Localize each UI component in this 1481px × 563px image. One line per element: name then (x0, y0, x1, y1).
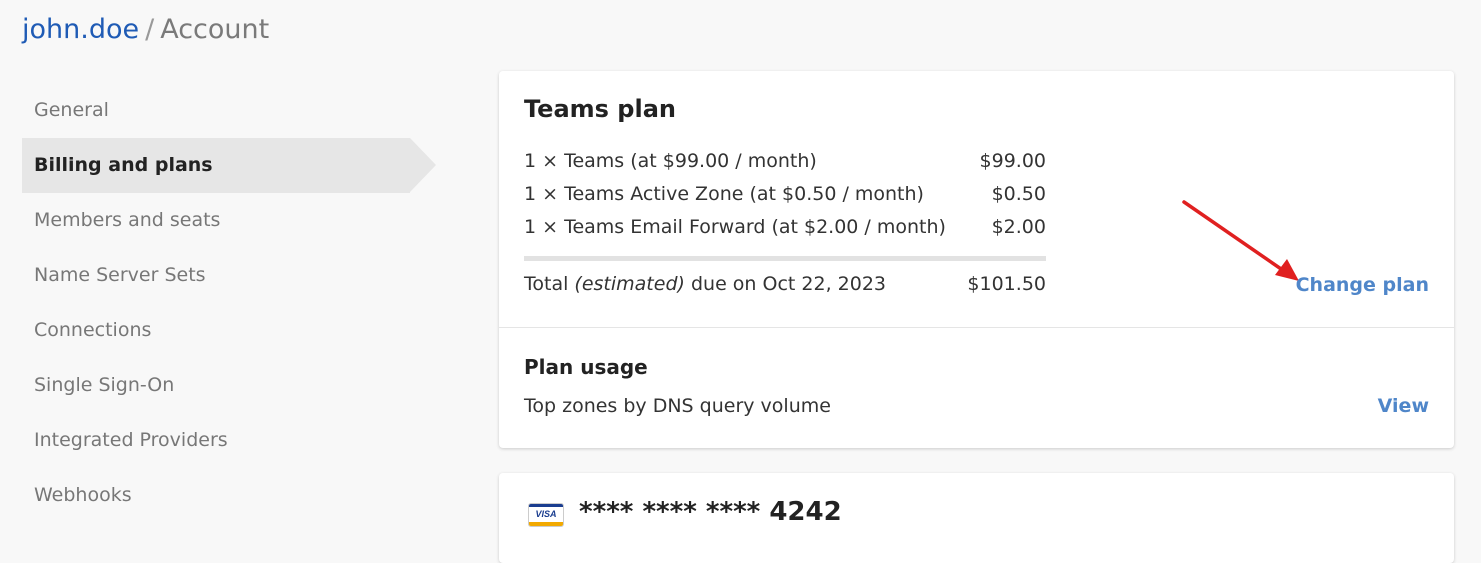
view-usage-link[interactable]: View (1378, 395, 1429, 417)
line-item-amount: $99.00 (979, 150, 1046, 172)
sidebar-item-members-and-seats[interactable]: Members and seats (22, 193, 436, 248)
line-item-description: 1 × Teams (at $99.00 / month) (524, 150, 817, 172)
plan-line-items: 1 × Teams (at $99.00 / month) $99.00 1 ×… (524, 145, 1046, 297)
total-amount: $101.50 (967, 273, 1046, 295)
sidebar-item-integrated-providers[interactable]: Integrated Providers (22, 413, 436, 468)
visa-icon: VISA (528, 503, 564, 527)
line-item-row: 1 × Teams Active Zone (at $0.50 / month)… (524, 178, 1046, 211)
line-item-row: 1 × Teams (at $99.00 / month) $99.00 (524, 145, 1046, 178)
breadcrumb: john.doe / Account (22, 12, 269, 48)
totals-divider (524, 256, 1046, 261)
visa-brand-text: VISA (535, 509, 557, 519)
line-item-row: 1 × Teams Email Forward (at $2.00 / mont… (524, 211, 1046, 244)
total-prefix: Total (524, 273, 569, 295)
total-qualifier: (estimated) (574, 273, 685, 295)
total-due-date: due on Oct 22, 2023 (690, 273, 887, 295)
plan-usage-row: Top zones by DNS query volume View (524, 395, 1429, 417)
sidebar-item-connections[interactable]: Connections (22, 303, 436, 358)
sidebar-item-single-sign-on[interactable]: Single Sign-On (22, 358, 436, 413)
breadcrumb-current-page: Account (160, 14, 270, 45)
line-item-description: 1 × Teams Email Forward (at $2.00 / mont… (524, 216, 946, 238)
sidebar-item-name-server-sets[interactable]: Name Server Sets (22, 248, 436, 303)
sidebar-nav: General Billing and plans Members and se… (22, 83, 436, 523)
breadcrumb-user-link[interactable]: john.doe (22, 14, 139, 45)
plan-card: Teams plan 1 × Teams (at $99.00 / month)… (499, 71, 1454, 448)
plan-title: Teams plan (524, 95, 676, 123)
payment-method-card: VISA **** **** **** 4242 (499, 473, 1454, 563)
sidebar-item-general[interactable]: General (22, 83, 436, 138)
change-plan-link[interactable]: Change plan (1296, 274, 1429, 296)
sidebar-item-webhooks[interactable]: Webhooks (22, 468, 436, 523)
section-divider (499, 327, 1454, 328)
plan-usage-title: Plan usage (524, 355, 648, 379)
masked-card-number: **** **** **** 4242 (579, 497, 842, 527)
plan-usage-label: Top zones by DNS query volume (524, 395, 831, 417)
line-item-description: 1 × Teams Active Zone (at $0.50 / month) (524, 183, 924, 205)
sidebar-item-billing-and-plans[interactable]: Billing and plans (22, 138, 436, 193)
line-item-amount: $2.00 (991, 216, 1046, 238)
breadcrumb-separator: / (145, 14, 155, 45)
annotation-arrow-icon (1182, 200, 1299, 281)
total-label: Total (estimated) due on Oct 22, 2023 (524, 271, 886, 297)
line-item-amount: $0.50 (991, 183, 1046, 205)
total-row: Total (estimated) due on Oct 22, 2023 $1… (524, 271, 1046, 297)
